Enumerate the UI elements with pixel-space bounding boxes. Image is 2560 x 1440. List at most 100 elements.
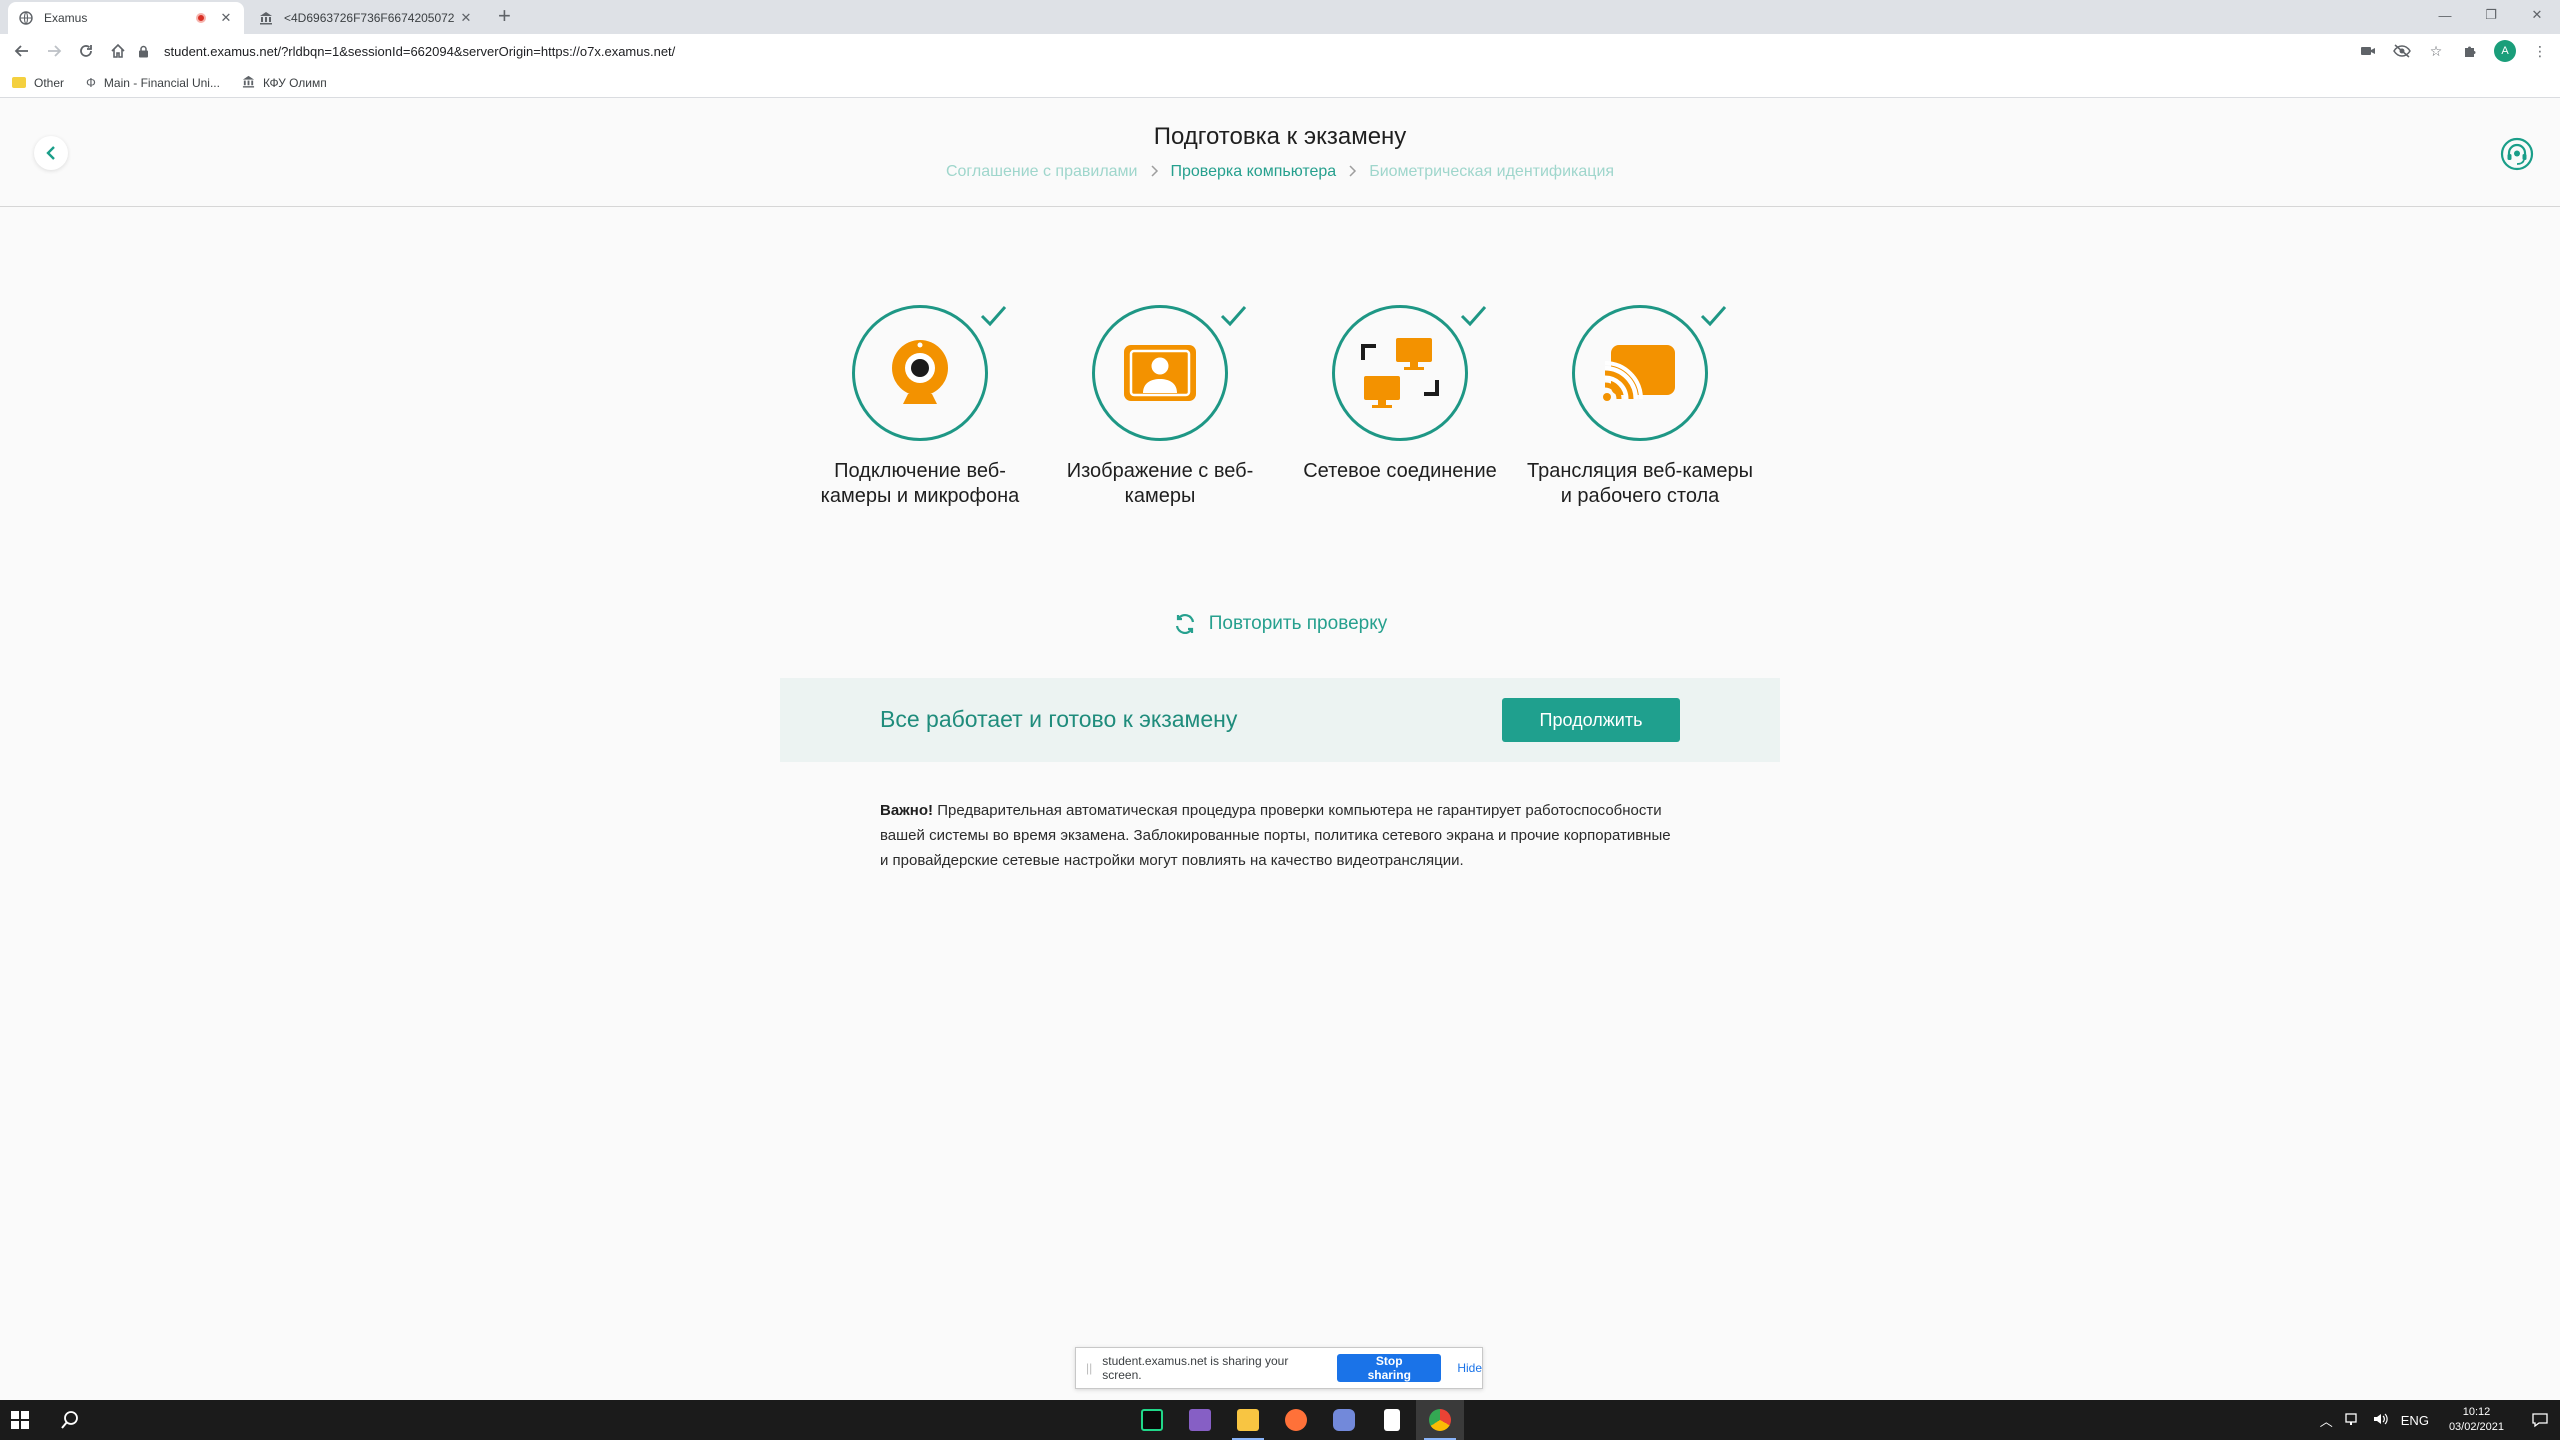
system-checks: Подключение веб-камеры и микрофона Изобр… <box>800 305 1760 545</box>
extensions-puzzle-icon[interactable] <box>2460 41 2480 61</box>
camera-in-use-icon[interactable] <box>2358 41 2378 61</box>
important-note: Важно! Предварительная автоматическая пр… <box>880 798 1680 873</box>
recording-indicator-icon <box>196 13 206 23</box>
close-tab-icon[interactable]: ✕ <box>458 10 474 26</box>
clock-date: 03/02/2021 <box>2448 1421 2504 1433</box>
check-ring <box>1092 305 1228 441</box>
chevron-right-icon <box>1348 164 1357 181</box>
home-button[interactable] <box>108 41 128 61</box>
clock-time: 10:12 <box>2462 1406 2491 1418</box>
chevron-up-icon[interactable]: ︿ <box>2320 1411 2333 1430</box>
lock-icon <box>138 44 152 58</box>
tab-title: <4D6963726F736F6674205072 <box>284 11 455 25</box>
notepad-icon[interactable] <box>1368 1400 1416 1440</box>
checkmark-icon <box>1460 306 1487 327</box>
pycharm-icon[interactable] <box>1128 1400 1176 1440</box>
browser-tab-strip: Examus ✕ <4D6963726F736F6674205072 ✕ + —… <box>0 0 2560 34</box>
notifications-icon[interactable] <box>2520 1400 2560 1440</box>
search-icon[interactable] <box>60 1410 80 1430</box>
note-lead: Важно! <box>880 802 934 819</box>
star-icon[interactable]: ☆ <box>2426 41 2446 61</box>
new-tab-button[interactable]: + <box>498 4 511 28</box>
page-title: Подготовка к экзамену <box>1153 123 1407 150</box>
bookmark-label: КФУ Олимп <box>262 75 327 90</box>
clock[interactable]: 10:12 03/02/2021 <box>2449 1405 2504 1435</box>
check-label: Изображение с веб-камеры <box>1066 460 1254 507</box>
network-tray-icon[interactable] <box>2345 1412 2361 1429</box>
bookmark-label: Other <box>34 75 65 90</box>
arrow-right-icon <box>48 45 62 57</box>
ready-banner: Все работает и готово к экзамену Продолж… <box>780 678 1780 762</box>
check-ring <box>1572 305 1708 441</box>
network-icon <box>1361 338 1439 408</box>
toolbar-actions: ☆ A ⋮ <box>2358 40 2550 62</box>
reload-button[interactable] <box>76 41 96 61</box>
check-ring <box>1332 305 1468 441</box>
ready-message: Все работает и готово к экзамену <box>880 706 1238 732</box>
bookmark-label: Main - Financial Uni... <box>103 75 220 90</box>
chevron-right-icon <box>1150 164 1159 181</box>
check-label: Трансляция веб-камеры и рабочего стола <box>1527 460 1753 507</box>
phi-icon: Ф <box>86 75 96 90</box>
taskbar-apps <box>1128 1400 1464 1440</box>
bank-icon <box>242 75 255 91</box>
restore-button[interactable]: ❐ <box>2468 0 2514 30</box>
drag-handle-icon[interactable]: || <box>1086 1361 1092 1375</box>
breadcrumb: Соглашение с правилами Проверка компьюте… <box>0 163 2560 181</box>
bookmark-kfu-olimp[interactable]: КФУ Олимп <box>242 75 327 91</box>
note-text: Предварительная автоматическая процедура… <box>880 802 1671 869</box>
url-text: student.examus.net/?rldbqn=1&sessionId=6… <box>164 43 676 59</box>
retry-label: Повторить проверку <box>1208 613 1388 634</box>
minimize-button[interactable]: — <box>2422 0 2468 30</box>
window-controls: — ❐ ✕ <box>2422 0 2560 30</box>
visual-studio-icon[interactable] <box>1176 1400 1224 1440</box>
tab-examus[interactable]: Examus ✕ <box>8 2 244 34</box>
continue-button[interactable]: Продолжить <box>1502 698 1680 742</box>
windows-start-icon[interactable] <box>10 1410 30 1430</box>
eye-off-icon[interactable] <box>2392 41 2412 61</box>
cast-icon <box>1603 345 1675 401</box>
back-nav-button[interactable] <box>12 41 32 61</box>
step-rules: Соглашение с правилами <box>945 163 1138 180</box>
language-indicator[interactable]: ENG <box>2401 1413 2429 1428</box>
profile-avatar[interactable]: A <box>2494 40 2516 62</box>
check-label: Сетевое соединение <box>1303 460 1497 482</box>
user-portrait-icon <box>1124 345 1196 401</box>
tab-document[interactable]: <4D6963726F736F6674205072 ✕ <box>248 2 484 34</box>
bank-icon <box>258 10 274 26</box>
close-window-button[interactable]: ✕ <box>2514 0 2560 30</box>
checkmark-icon <box>1220 306 1247 327</box>
address-bar[interactable]: student.examus.net/?rldbqn=1&sessionId=6… <box>138 37 2338 65</box>
stop-sharing-button[interactable]: Stop sharing <box>1337 1354 1442 1382</box>
app-header: Подготовка к экзамену Соглашение с прави… <box>0 101 2560 207</box>
system-tray: ︿ ENG 10:12 03/02/2021 <box>2314 1400 2560 1440</box>
chrome-icon[interactable] <box>1416 1400 1464 1440</box>
home-icon <box>111 43 125 58</box>
windows-taskbar: ︿ ENG 10:12 03/02/2021 <box>0 1400 2560 1440</box>
check-label: Подключение веб-камеры и микрофона <box>820 460 1020 507</box>
tab-title: Examus <box>44 11 88 25</box>
retry-check-button[interactable]: Повторить проверку <box>0 612 2560 636</box>
bookmark-other[interactable]: Other <box>12 76 64 90</box>
checkmark-icon <box>980 306 1007 327</box>
refresh-icon <box>1175 614 1194 634</box>
support-headset-icon[interactable] <box>2500 137 2534 171</box>
volume-icon[interactable] <box>2373 1412 2389 1429</box>
forward-nav-button[interactable] <box>44 41 64 61</box>
step-computer-check: Проверка компьютера <box>1170 163 1337 180</box>
firefox-icon[interactable] <box>1272 1400 1320 1440</box>
discord-icon[interactable] <box>1320 1400 1368 1440</box>
reload-icon <box>80 45 92 57</box>
hide-button[interactable]: Hide <box>1457 1361 1482 1375</box>
screen-share-bar: || student.examus.net is sharing your sc… <box>1075 1347 1483 1389</box>
webcam-icon <box>892 340 948 404</box>
file-explorer-icon[interactable] <box>1224 1400 1272 1440</box>
close-tab-icon[interactable]: ✕ <box>218 10 234 26</box>
bookmark-financial-uni[interactable]: Ф Main - Financial Uni... <box>86 75 220 90</box>
arrow-left-icon <box>14 45 28 57</box>
browser-toolbar: student.examus.net/?rldbqn=1&sessionId=6… <box>0 34 2560 68</box>
share-message: student.examus.net is sharing your scree… <box>1102 1354 1289 1382</box>
check-ring <box>852 305 988 441</box>
kebab-menu-icon[interactable]: ⋮ <box>2530 41 2550 61</box>
checkmark-icon <box>1700 306 1727 327</box>
